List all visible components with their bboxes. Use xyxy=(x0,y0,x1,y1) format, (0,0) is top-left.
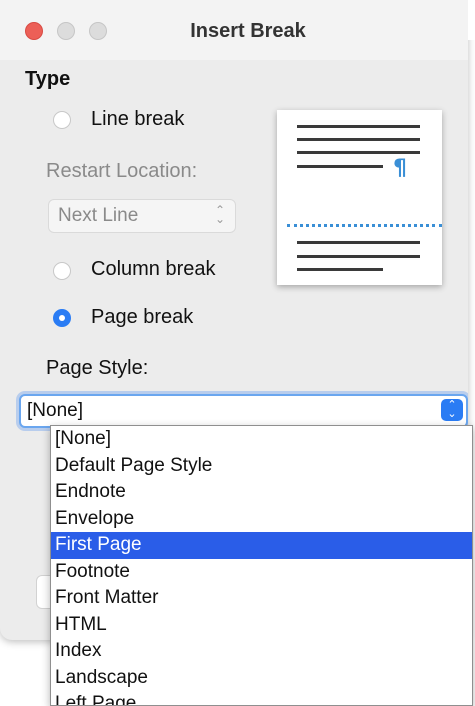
preview-line xyxy=(297,241,420,244)
page-style-option[interactable]: Footnote xyxy=(51,559,472,586)
restart-location-value: Next Line xyxy=(58,205,139,226)
preview-line xyxy=(297,151,420,154)
break-preview: ¶ xyxy=(277,110,442,285)
up-down-chevron-icon[interactable]: ⌃ ⌄ xyxy=(441,399,463,421)
page-break-radio[interactable] xyxy=(53,309,71,327)
pilcrow-icon: ¶ xyxy=(393,156,407,181)
window-title: Insert Break xyxy=(190,20,306,42)
page-style-option[interactable]: HTML xyxy=(51,612,472,639)
title-bar: Insert Break xyxy=(0,0,468,60)
restart-location-select: Next Line ⌃ ⌄ xyxy=(48,199,236,233)
preview-line xyxy=(297,255,420,258)
page-style-option[interactable]: Endnote xyxy=(51,479,472,506)
line-break-radio[interactable] xyxy=(53,111,71,129)
preview-line xyxy=(297,138,420,141)
page-style-option[interactable]: Left Page xyxy=(51,691,472,705)
minimize-window-button[interactable] xyxy=(57,22,75,40)
page-style-dropdown-list[interactable]: [None] Default Page Style Endnote Envelo… xyxy=(50,425,473,706)
column-break-radio[interactable] xyxy=(53,262,71,280)
preview-line xyxy=(297,268,383,271)
page-style-select[interactable]: [None] ⌃ ⌄ xyxy=(19,394,468,428)
preview-line xyxy=(297,125,420,128)
restart-location-label: Restart Location: xyxy=(46,160,198,182)
page-style-option[interactable]: Landscape xyxy=(51,665,472,692)
up-down-chevron-icon: ⌃ ⌄ xyxy=(214,203,225,226)
zoom-window-button[interactable] xyxy=(89,22,107,40)
page-break-label[interactable]: Page break xyxy=(91,306,193,329)
page-style-option-highlighted[interactable]: First Page xyxy=(51,532,472,559)
column-break-label[interactable]: Column break xyxy=(91,258,216,281)
break-marker-line xyxy=(287,224,442,227)
close-window-button[interactable] xyxy=(25,22,43,40)
background-edge xyxy=(468,0,475,40)
page-style-option[interactable]: Front Matter xyxy=(51,585,472,612)
page-style-value: [None] xyxy=(27,400,83,421)
page-style-option[interactable]: Envelope xyxy=(51,506,472,533)
page-style-option[interactable]: [None] xyxy=(51,426,472,453)
page-style-option[interactable]: Index xyxy=(51,638,472,665)
type-section-title: Type xyxy=(25,68,71,90)
page-style-option[interactable]: Default Page Style xyxy=(51,453,472,480)
preview-line xyxy=(297,165,383,168)
line-break-label[interactable]: Line break xyxy=(91,108,184,131)
page-style-label: Page Style: xyxy=(46,357,149,379)
